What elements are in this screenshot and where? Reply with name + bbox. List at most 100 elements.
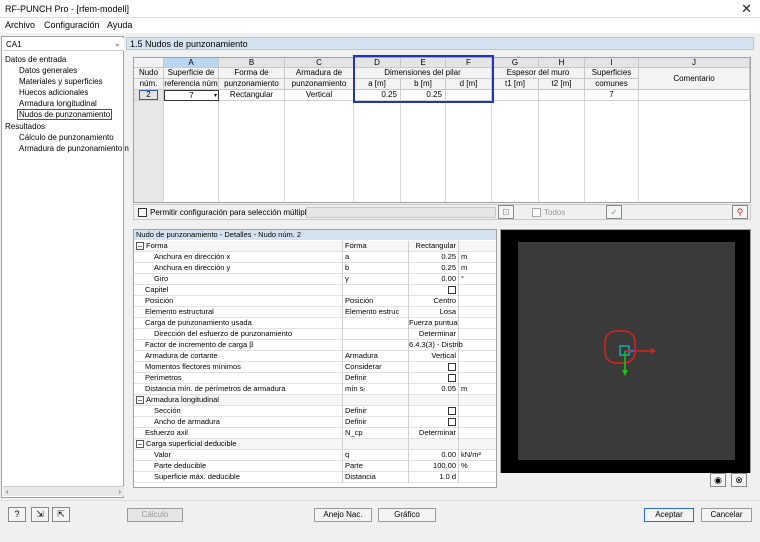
tree-item-armadura-longitudinal[interactable]: Armadura longitudinal — [19, 99, 97, 108]
detail-row[interactable]: Armadura de cortante Armadura Vertical — [134, 351, 496, 362]
tree-item-nudos-punzonamiento[interactable]: Nudos de punzonamiento — [17, 109, 113, 120]
col-letter-g[interactable]: G — [492, 58, 539, 68]
menu-ayuda[interactable]: Ayuda — [107, 20, 132, 30]
detail-row[interactable]: Giro γ 0.00 ° — [134, 274, 496, 285]
load-case-selector[interactable]: CA1 ⌄ — [3, 38, 124, 51]
menu-archivo[interactable]: Archivo — [5, 20, 35, 30]
view-eye-icon[interactable]: ◉ — [710, 473, 726, 487]
navigator-scrollbar[interactable]: ‹ › — [3, 486, 124, 496]
tree-item-datos-generales[interactable]: Datos generales — [19, 66, 77, 75]
tree-item-calculo[interactable]: Cálculo de punzonamiento — [19, 133, 114, 142]
detail-row[interactable]: Valor q 0.00 kN/m² — [134, 450, 496, 461]
collapse-icon[interactable]: − — [136, 440, 144, 449]
anejo-button[interactable]: Anejo Nac. — [314, 508, 372, 522]
detail-row[interactable]: Anchura en dirección x a 0.25 m — [134, 252, 496, 263]
detail-row[interactable]: Distancia mín. de perímetros de armadura… — [134, 384, 496, 395]
help-icon[interactable]: ? — [8, 507, 26, 522]
detail-checkbox[interactable] — [448, 418, 456, 426]
detail-checkbox[interactable] — [448, 407, 456, 415]
detail-row[interactable]: Sección Definir — [134, 406, 496, 417]
detail-row[interactable]: Carga de punzonamiento usada Fuerza puntu… — [134, 318, 496, 329]
detail-row[interactable]: − Armadura longitudinal — [134, 395, 496, 406]
multi-selection-field[interactable] — [306, 207, 496, 218]
grafico-button[interactable]: Gráfico — [378, 508, 436, 522]
detail-value[interactable]: 6.4.3(3) - Distrib — [408, 340, 463, 351]
detail-value[interactable]: Centro — [408, 296, 458, 307]
detail-value[interactable]: Rectangular — [408, 241, 458, 252]
detail-value[interactable] — [408, 373, 458, 384]
detail-row[interactable]: Factor de incremento de carga β 6.4.3(3) … — [134, 340, 496, 351]
detail-row[interactable]: − Forma Forma Rectangular — [134, 241, 496, 252]
col-letter-i[interactable]: I — [585, 58, 639, 68]
detail-row[interactable]: Dirección del esfuerzo de punzonamiento D… — [134, 329, 496, 340]
filter-icon[interactable]: ⚲ — [732, 205, 748, 219]
dropdown-icon[interactable]: ▾ — [214, 91, 217, 100]
calculo-button[interactable]: Cálculo — [127, 508, 183, 522]
detail-row[interactable]: Elemento estructural Elemento estruc Losa — [134, 307, 496, 318]
detail-value[interactable] — [408, 417, 458, 428]
import-icon[interactable]: ⇱ — [52, 507, 70, 522]
menu-configuracion[interactable]: Configuración — [44, 20, 100, 30]
detail-value[interactable]: Determinar — [408, 428, 458, 439]
detail-row[interactable]: Momentos flectores mínimos Considerar — [134, 362, 496, 373]
detail-row[interactable]: Posición Posición Centro — [134, 296, 496, 307]
detail-row[interactable]: Perímetros Definir — [134, 373, 496, 384]
cell-form[interactable]: Rectangular — [219, 90, 285, 101]
row-node-number[interactable]: 2 — [134, 90, 164, 101]
detail-checkbox[interactable] — [448, 363, 456, 371]
detail-value[interactable]: 0.00 — [408, 274, 458, 285]
detail-value[interactable]: Determinar — [408, 329, 458, 340]
tree-item-armadura-punzonamiento[interactable]: Armadura de punzonamiento n — [19, 144, 129, 153]
apply-check-icon[interactable]: ✓ — [606, 205, 622, 219]
tree-results-group[interactable]: Resultados — [5, 122, 45, 131]
detail-value[interactable] — [408, 395, 458, 406]
tree-item-huecos[interactable]: Huecos adicionales — [19, 88, 88, 97]
detail-value[interactable]: 0.25 — [408, 263, 458, 274]
detail-row[interactable]: − Carga superficial deducible — [134, 439, 496, 450]
collapse-icon[interactable]: − — [136, 242, 144, 251]
detail-value[interactable]: Fuerza puntual — [408, 318, 459, 329]
detail-row[interactable]: Anchura en dirección y b 0.25 m — [134, 263, 496, 274]
cell-t1[interactable] — [492, 90, 539, 101]
detail-value[interactable]: 0.25 — [408, 252, 458, 263]
collapse-icon[interactable]: − — [136, 396, 144, 405]
tree-input-group[interactable]: Datos de entrada — [5, 55, 66, 64]
col-letter-j[interactable]: J — [639, 58, 750, 68]
detail-value[interactable]: 1.0 d — [408, 472, 458, 483]
cancelar-button[interactable]: Cancelar — [701, 508, 752, 522]
all-checkbox[interactable] — [532, 208, 541, 217]
pick-icon[interactable]: ⊡ — [498, 205, 514, 219]
detail-value[interactable]: 0.00 — [408, 450, 458, 461]
scroll-right-icon[interactable]: › — [118, 487, 121, 496]
cell-t2[interactable] — [539, 90, 585, 101]
tree-item-materiales[interactable]: Materiales y superficies — [19, 77, 103, 86]
close-icon[interactable]: ✕ — [741, 1, 752, 17]
cell-comment[interactable] — [639, 90, 750, 101]
detail-value[interactable] — [408, 439, 458, 450]
detail-value[interactable]: Losa — [408, 307, 458, 318]
detail-row[interactable]: Superficie máx. deducible Distancia 1.0 d — [134, 472, 496, 483]
aceptar-button[interactable]: Aceptar — [644, 508, 694, 522]
detail-value[interactable] — [408, 362, 458, 373]
col-letter-c[interactable]: C — [285, 58, 354, 68]
col-letter-b[interactable]: B — [219, 58, 285, 68]
detail-checkbox[interactable] — [448, 374, 456, 382]
detail-row[interactable]: Parte deducible Parte 100.00% — [134, 461, 496, 472]
export-icon[interactable]: ⇲ — [31, 507, 49, 522]
detail-value[interactable]: 100.00 — [408, 461, 458, 472]
cell-surface[interactable]: 7 ▾ — [164, 90, 219, 101]
col-letter-a[interactable]: A — [164, 58, 219, 68]
zoom-icon[interactable]: ⊗ — [731, 473, 747, 487]
detail-value[interactable]: Vertical — [408, 351, 458, 362]
detail-row[interactable]: Esfuerzo axil N_cp Determinar — [134, 428, 496, 439]
scroll-left-icon[interactable]: ‹ — [6, 487, 9, 496]
detail-value[interactable]: 0.05 — [408, 384, 458, 395]
chevron-down-icon[interactable]: ⌄ — [113, 38, 121, 49]
detail-row[interactable]: Ancho de armadura Definir — [134, 417, 496, 428]
col-letter-h[interactable]: H — [539, 58, 585, 68]
cell-common[interactable]: 7 — [585, 90, 639, 101]
detail-value[interactable] — [408, 406, 458, 417]
detail-value[interactable] — [408, 285, 458, 296]
cell-reinforcement[interactable]: Vertical — [285, 90, 354, 101]
multi-selection-checkbox[interactable] — [138, 208, 147, 217]
